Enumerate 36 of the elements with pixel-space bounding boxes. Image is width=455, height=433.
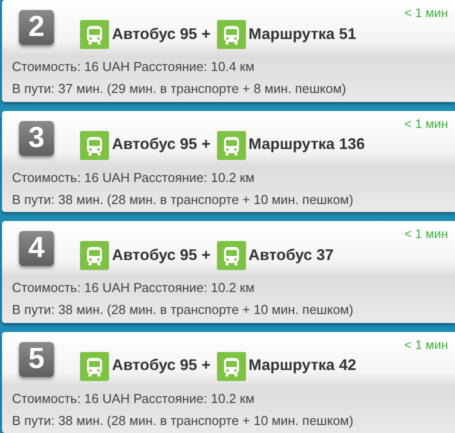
wait-time: < 1 мин xyxy=(404,227,448,241)
route-card[interactable]: 2 Автобус 95 + Маршрутка 51 < 1 мин Стоимость: 16 UAH Расстояние: 10.4 км В пути: 37 мин. (29 мин. в транспорте + 8 мин. пешком) xyxy=(2,0,455,102)
bus-icon xyxy=(216,20,246,49)
transport-label: Автобус 95 + xyxy=(112,26,211,44)
route-number: 2 xyxy=(19,10,54,45)
transport-label: Автобус 95 + xyxy=(112,136,211,154)
transport-label: Маршрутка 42 xyxy=(248,357,356,375)
cost-distance-text: Стоимость: 16 UAH Расстояние: 10.2 км xyxy=(12,390,256,408)
bus-icon xyxy=(80,130,109,160)
route-number: 4 xyxy=(19,231,54,266)
route-card[interactable]: 4 Автобус 95 + Автобус 37 < 1 мин Стоимость: 16 UAH Расстояние: 10.2 км В пути: 38 мин. (28 мин. в транспорте + 10 мин. пешком) xyxy=(2,221,455,322)
transport-label: Автобус 37 xyxy=(248,246,334,264)
transport-label: Автобус 95 + xyxy=(112,357,211,375)
travel-time-text: В пути: 38 мин. (28 мин. в транспорте + 10 мин. пешком) xyxy=(12,190,354,209)
bus-icon xyxy=(216,130,246,160)
wait-time: < 1 мин xyxy=(404,6,448,20)
bus-icon xyxy=(216,241,246,270)
route-number: 3 xyxy=(19,120,54,156)
cost-distance-text: Стоимость: 16 UAH Расстояние: 10.2 км xyxy=(12,168,256,186)
bus-icon xyxy=(80,20,109,49)
travel-time-text: В пути: 38 мин. (28 мин. в транспорте + 10 мин. пешком) xyxy=(12,412,354,430)
travel-time-text: В пути: 37 мин. (29 мин. в транспорте + 8 мин. пешком) xyxy=(12,80,348,98)
route-card[interactable]: 3 Автобус 95 + Маршрутка 136 < 1 мин Стоимость: 16 UAH Расстояние: 10.2 км В пути: 38 мин. (28 мин. в транспорте + 10 мин. пешком) xyxy=(2,110,455,212)
wait-time: < 1 мин xyxy=(404,338,448,352)
route-card[interactable]: 5 Автобус 95 + Маршрутка 42 < 1 мин Стоимость: 16 UAH Расстояние: 10.2 км В пути: 38 мин. (28 мин. в транспорте + 10 мин. пешком) xyxy=(2,332,455,433)
bus-icon xyxy=(80,352,109,380)
transport-label: Маршрутка 136 xyxy=(248,136,365,154)
route-number: 5 xyxy=(19,342,54,376)
transport-label: Маршрутка 51 xyxy=(248,26,356,44)
bus-icon xyxy=(80,241,109,270)
cost-distance-text: Стоимость: 16 UAH Расстояние: 10.4 км xyxy=(12,58,256,76)
cost-distance-text: Стоимость: 16 UAH Расстояние: 10.2 км xyxy=(12,279,256,297)
transport-label: Автобус 95 + xyxy=(112,246,211,264)
bus-icon xyxy=(216,352,246,380)
travel-time-text: В пути: 38 мин. (28 мин. в транспорте + 10 мин. пешком) xyxy=(12,301,354,319)
wait-time: < 1 мин xyxy=(404,116,448,130)
